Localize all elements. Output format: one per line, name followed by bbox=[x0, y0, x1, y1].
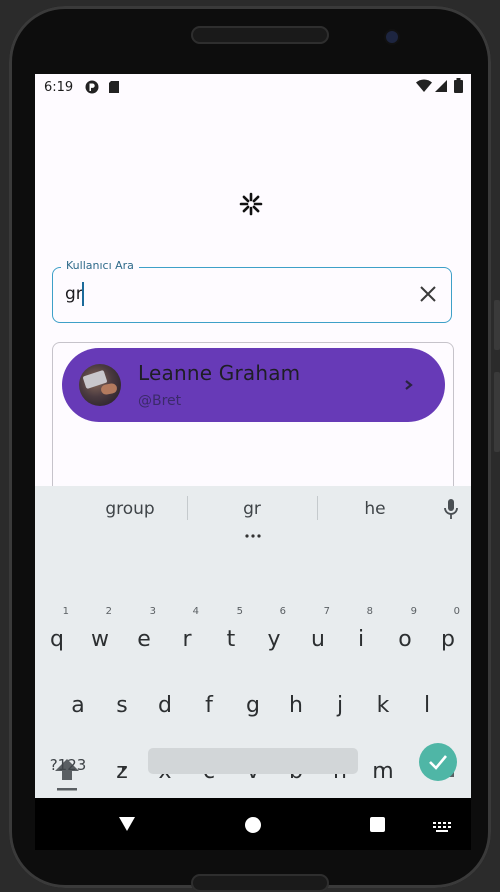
front-camera bbox=[386, 31, 398, 43]
key-w[interactable]: 2w bbox=[80, 606, 120, 660]
key-d[interactable]: d bbox=[145, 672, 185, 726]
key-y[interactable]: 6y bbox=[254, 606, 294, 660]
clear-icon[interactable] bbox=[419, 285, 437, 303]
key-g[interactable]: g bbox=[233, 672, 273, 726]
text-cursor bbox=[82, 282, 84, 306]
notification-app-icon bbox=[85, 80, 99, 98]
key-u[interactable]: 7u bbox=[298, 606, 338, 660]
user-name: Leanne Graham bbox=[138, 361, 301, 385]
screen: 6:19 Kullanıcı Ara gr Leanne Graham @Bre… bbox=[35, 74, 471, 850]
search-results-list: Leanne Graham @Bret bbox=[52, 342, 454, 502]
search-field-label: Kullanıcı Ara bbox=[61, 259, 139, 272]
suggestion-strip: group gr he bbox=[35, 486, 471, 538]
suggestion-2[interactable]: gr bbox=[212, 499, 292, 519]
space-bar[interactable] bbox=[148, 748, 358, 774]
key-j[interactable]: j bbox=[320, 672, 360, 726]
bottom-speaker bbox=[191, 874, 329, 892]
keyboard-icon[interactable] bbox=[433, 819, 451, 832]
key-h[interactable]: h bbox=[276, 672, 316, 726]
suggestion-1[interactable]: group bbox=[90, 499, 170, 519]
status-time: 6:19 bbox=[44, 80, 74, 95]
home-icon[interactable] bbox=[245, 817, 261, 833]
suggestion-divider bbox=[187, 496, 188, 520]
loading-spinner-icon bbox=[239, 192, 263, 216]
status-bar: 6:19 bbox=[35, 74, 471, 100]
user-username: @Bret bbox=[138, 393, 182, 409]
user-search-field[interactable]: Kullanıcı Ara bbox=[52, 259, 452, 323]
key-i[interactable]: 8i bbox=[341, 606, 381, 660]
key-q[interactable]: 1q bbox=[37, 606, 77, 660]
sd-card-icon bbox=[108, 80, 120, 98]
wifi-icon bbox=[416, 79, 432, 97]
key-e[interactable]: 3e bbox=[124, 606, 164, 660]
chevron-right-icon bbox=[403, 376, 415, 394]
period-key[interactable]: . bbox=[363, 744, 403, 784]
key-a[interactable]: a bbox=[58, 672, 98, 726]
suggestion-more-dots bbox=[245, 523, 261, 538]
key-l[interactable]: l bbox=[407, 672, 447, 726]
mic-icon[interactable] bbox=[443, 498, 459, 520]
navigation-bar bbox=[35, 798, 471, 850]
top-speaker bbox=[191, 26, 329, 44]
signal-icon bbox=[434, 79, 448, 97]
key-f[interactable]: f bbox=[189, 672, 229, 726]
user-avatar bbox=[79, 364, 121, 406]
search-input[interactable] bbox=[65, 282, 395, 306]
key-p[interactable]: 0p bbox=[428, 606, 468, 660]
key-t[interactable]: 5t bbox=[211, 606, 251, 660]
key-o[interactable]: 9o bbox=[385, 606, 425, 660]
suggestion-divider bbox=[317, 496, 318, 520]
battery-icon bbox=[454, 78, 463, 97]
back-icon[interactable] bbox=[118, 815, 136, 833]
volume-button bbox=[494, 300, 500, 350]
check-icon[interactable] bbox=[419, 743, 457, 781]
key-k[interactable]: k bbox=[363, 672, 403, 726]
recents-icon[interactable] bbox=[370, 817, 385, 832]
user-list-item[interactable]: Leanne Graham @Bret bbox=[62, 348, 445, 422]
power-button bbox=[494, 372, 500, 452]
key-r[interactable]: 4r bbox=[167, 606, 207, 660]
symbols-key[interactable]: ?123 bbox=[45, 744, 91, 784]
comma-key[interactable]: , bbox=[103, 744, 143, 784]
on-screen-keyboard: group gr he 1q 2w 3e 4r 5t 6y 7u 8i 9o 0… bbox=[35, 486, 471, 798]
suggestion-3[interactable]: he bbox=[335, 499, 415, 519]
key-s[interactable]: s bbox=[102, 672, 142, 726]
